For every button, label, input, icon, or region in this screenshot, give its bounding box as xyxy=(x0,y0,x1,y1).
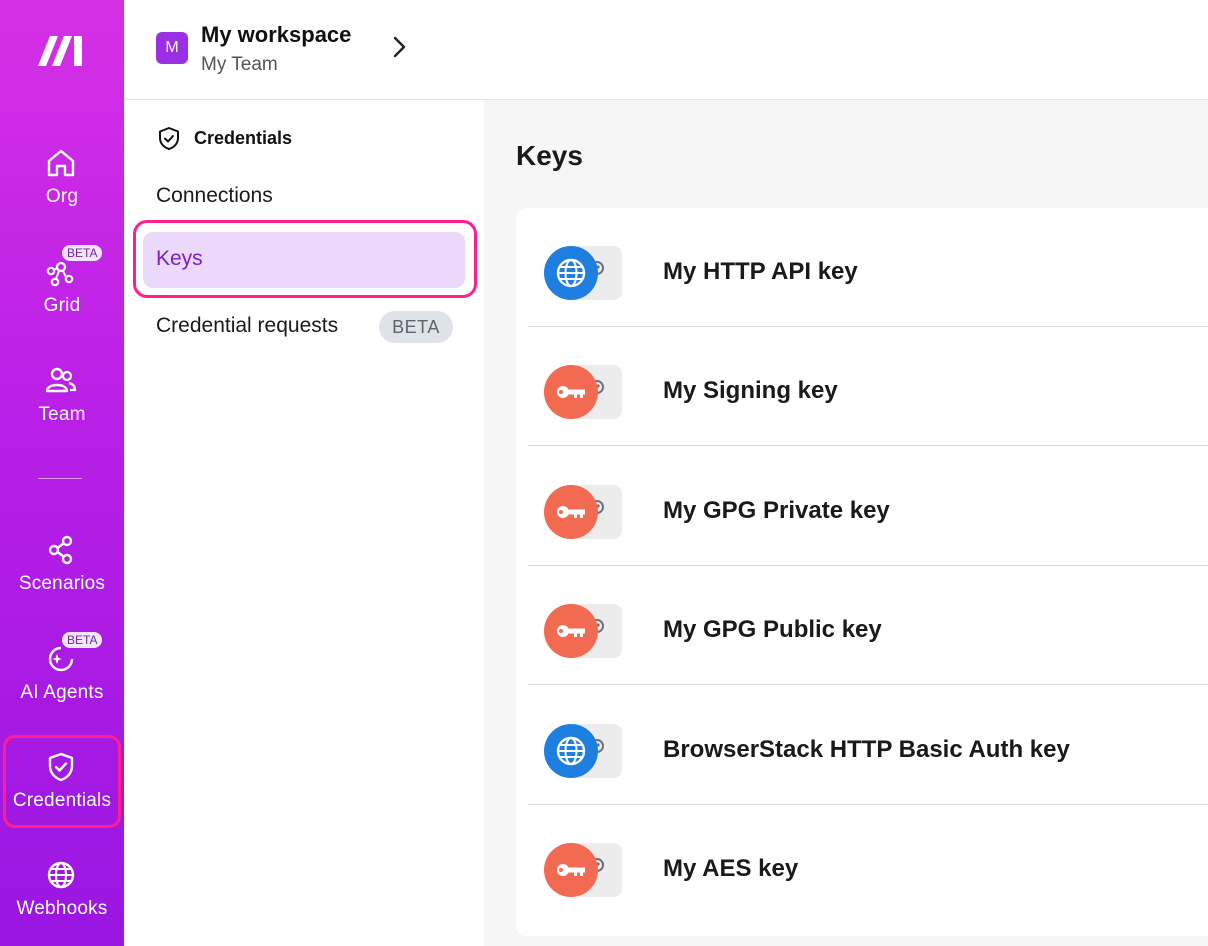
key-name: My GPG Public key xyxy=(663,616,882,644)
key-icon xyxy=(557,505,585,518)
nav-item-label: AI Agents xyxy=(20,682,104,703)
main-content: Keys My HTTP API key My Signing key My GPG… xyxy=(484,100,1208,946)
credentials-highlight-outline xyxy=(3,735,121,828)
home-icon xyxy=(47,149,75,177)
team-icon xyxy=(45,367,77,393)
key-name: My AES key xyxy=(663,855,799,882)
make-logo-icon[interactable] xyxy=(36,30,86,70)
crypto-key-badge xyxy=(544,843,598,897)
globe-icon xyxy=(556,258,586,288)
keys-list: My HTTP API key My Signing key My GPG Priv… xyxy=(516,208,1208,936)
keys-highlight-outline xyxy=(133,220,477,298)
globe-icon xyxy=(47,861,75,889)
nav-item-team[interactable]: Team xyxy=(0,364,124,456)
crypto-key-badge xyxy=(544,604,598,659)
nav-item-org[interactable]: Org xyxy=(0,146,124,238)
nav-item-label: Webhooks xyxy=(16,898,108,919)
nav-item-scenarios[interactable]: Scenarios xyxy=(0,533,124,625)
key-icon xyxy=(557,864,585,876)
chevron-right-icon[interactable] xyxy=(388,34,410,60)
nav-item-grid[interactable]: BETA Grid xyxy=(0,245,124,347)
page-title: Keys xyxy=(516,140,583,171)
key-icon xyxy=(557,625,585,638)
shield-check-icon xyxy=(159,127,179,150)
subnav-item-connections[interactable]: Connections xyxy=(156,184,273,208)
nav-divider xyxy=(38,478,82,479)
nav-item-ai-agents[interactable]: BETA AI Agents xyxy=(0,632,124,734)
key-icon xyxy=(557,386,585,399)
workspace-avatar[interactable]: M xyxy=(156,32,188,64)
key-name: My HTTP API key xyxy=(663,258,858,285)
nav-item-label: Team xyxy=(38,404,86,425)
key-list-item[interactable]: My AES key xyxy=(528,805,1208,924)
nav-item-label: Org xyxy=(45,186,79,207)
http-key-badge xyxy=(544,246,598,300)
key-list-item[interactable]: My Signing key xyxy=(528,327,1208,447)
globe-icon xyxy=(556,736,586,765)
key-list-item[interactable]: My GPG Public key xyxy=(528,566,1208,686)
team-name: My Team xyxy=(201,54,278,75)
crypto-key-badge xyxy=(544,365,598,420)
workspace-name[interactable]: My workspace xyxy=(201,22,351,48)
beta-badge: BETA xyxy=(62,632,103,648)
credentials-subnav: Credentials Connections Keys Credential … xyxy=(124,100,484,946)
nav-item-webhooks[interactable]: Webhooks xyxy=(0,858,124,946)
key-list-item[interactable]: BrowserStack HTTP Basic Auth key xyxy=(528,686,1208,805)
crypto-key-badge xyxy=(544,484,598,539)
subnav-item-credential-requests[interactable]: Credential requests xyxy=(156,314,338,338)
key-list-item[interactable]: My GPG Private key xyxy=(528,447,1208,566)
beta-badge: BETA xyxy=(379,311,453,343)
share-nodes-icon xyxy=(48,535,73,565)
nav-item-label: Scenarios xyxy=(18,573,106,594)
key-name: BrowserStack HTTP Basic Auth key xyxy=(663,735,1070,763)
key-name: My GPG Private key xyxy=(663,496,890,524)
nav-item-label: Grid xyxy=(43,295,81,316)
subnav-title-label: Credentials xyxy=(194,128,293,148)
key-name: My Signing key xyxy=(663,377,838,405)
http-key-badge xyxy=(544,723,598,778)
beta-badge: BETA xyxy=(62,245,103,261)
main-nav-rail: Org BETA Grid Team Scenarios BETA AI Age… xyxy=(0,0,124,946)
key-list-item[interactable]: My HTTP API key xyxy=(528,208,1208,327)
top-header: M My workspace My Team xyxy=(124,0,1208,100)
